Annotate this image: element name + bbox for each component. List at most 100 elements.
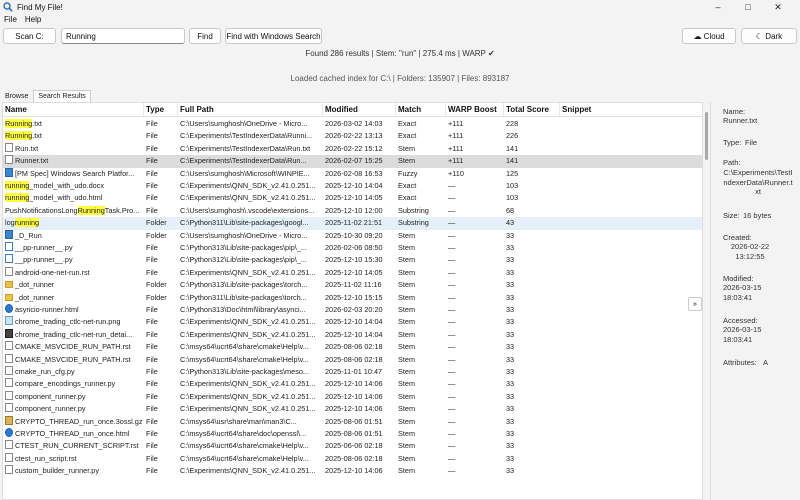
table-row[interactable]: cmake_run_cfg.py File C:\Python313\Lib\sit… (3, 366, 702, 378)
scan-drive-button[interactable]: Scan C: (3, 28, 56, 44)
name-text: android-one-net-run.rst (15, 267, 90, 277)
cell-name: CTEST_RUN_CURRENT_SCRIPT.rst (3, 440, 144, 452)
cell-score: 33 (506, 342, 515, 352)
table-row[interactable]: CMAKE_MSVCIDE_RUN_PATH.rst File C:\msys64\… (3, 353, 702, 366)
cell-match: Substring (398, 205, 429, 215)
table-row[interactable]: running_model_with_udo.docx File C:\Experi… (3, 180, 702, 192)
maximize-button[interactable]: □ (734, 0, 762, 14)
cell-snippet (560, 378, 702, 390)
cell-match: Stem (398, 317, 416, 327)
table-row[interactable]: custom_builder_runner.py File C:\Experimen… (3, 465, 702, 477)
table-row[interactable]: component_runner.py File C:\Experiments\QN… (3, 403, 702, 415)
table-row[interactable]: Runner.txt File C:\Experiments\TestIndexer… (3, 155, 702, 168)
cell-match: Exact (398, 131, 417, 141)
minimize-button[interactable]: – (704, 0, 732, 14)
close-button[interactable]: ✕ (764, 0, 792, 14)
name-highlight: running (5, 181, 30, 190)
name-text: log (5, 218, 15, 228)
cell-path: C:\Experiments\QNN_SDK_v2.41.0.251... (180, 391, 316, 401)
cell-match: Stem (398, 255, 416, 265)
details-panel: Name: Runner.txt Type: File Path: C:\Exp… (710, 102, 800, 500)
table-row[interactable]: chrome_trading_ctlc-net-run_detai... File… (3, 328, 702, 341)
cell-score: 33 (506, 255, 515, 265)
cell-name: running_model_with_udo.html (3, 192, 144, 204)
table-row[interactable]: _D_Run Folder C:\Users\sumghosh\OneDrive -… (3, 229, 702, 242)
file-icon (5, 167, 13, 177)
name-text: custom_builder_runner.py (15, 466, 99, 476)
menu-file[interactable]: File (4, 15, 17, 24)
table-row[interactable]: __pp-runner__.py File C:\Python312\Lib\sit… (3, 254, 702, 266)
name-highlight: Running (5, 131, 33, 141)
table-row[interactable]: __pp-runner__.py File C:\Python313\Lib\sit… (3, 242, 702, 254)
cell-path: C:\msys64\ucrt64\share\cmake\Help\v... (180, 453, 309, 463)
name-text: asyncio-runner.html (15, 305, 79, 314)
column-header-type[interactable]: Type (144, 103, 178, 117)
table-row[interactable]: ctest_run_script.rst File C:\msys64\ucrt64… (3, 452, 702, 465)
cell-boost: — (448, 429, 456, 438)
table-row[interactable]: Run.txt File C:\Experiments\TestIndexerDat… (3, 142, 702, 155)
table-row[interactable]: CRYPTO_THREAD_run_once.html File C:\msys64… (3, 428, 702, 440)
file-icon (5, 440, 13, 450)
cell-score: 33 (506, 367, 515, 376)
table-row[interactable]: logrunning Folder C:\Python311\Lib\site-pa… (3, 217, 702, 230)
column-header-snippet[interactable]: Snippet (560, 103, 702, 117)
table-row[interactable]: CRYPTO_THREAD_run_once.3ossl.gz File C:\ms… (3, 415, 702, 428)
title-bar: Find My File! (0, 0, 800, 14)
column-header-full-path[interactable]: Full Path (178, 103, 323, 117)
scrollbar-thumb[interactable] (705, 112, 708, 160)
table-row[interactable]: compare_encodings_runner.py File C:\Experi… (3, 378, 702, 390)
toggle-details-button[interactable]: » (688, 297, 702, 311)
table-row[interactable]: android-one-net-run.rst File C:\Experiment… (3, 266, 702, 279)
cell-modified: 2025-12-10 12:00 (325, 205, 383, 215)
table-row[interactable]: Running.txt File C:\Users\sumghosh\OneDriv… (3, 118, 702, 130)
cloud-button[interactable]: ☁ Cloud (682, 28, 736, 44)
cell-path: C:\msys64\usr\share\man\man3\C... (180, 416, 297, 426)
cell-snippet (560, 341, 702, 353)
detail-name-value: Runner.txt (723, 116, 758, 125)
table-row[interactable]: _dot_runner Folder C:\Python313\Lib\site-p… (3, 279, 702, 291)
name-text: _D_Run (15, 230, 42, 240)
name-text: _dot_runner (15, 292, 55, 302)
table-row[interactable]: CTEST_RUN_CURRENT_SCRIPT.rst File C:\msys6… (3, 440, 702, 452)
table-row[interactable]: Running.txt File C:\Experiments\TestIndexe… (3, 130, 702, 142)
table-row[interactable]: chrome_trading_ctlc-net-run.png File C:\Ex… (3, 316, 702, 328)
cell-snippet (560, 130, 702, 142)
dark-mode-button[interactable]: ☾ Dark (741, 28, 797, 44)
table-row[interactable]: asyncio-runner.html File C:\Python313\Doc\… (3, 304, 702, 316)
cell-boost: — (448, 181, 456, 190)
table-row[interactable]: running_model_with_udo.html File C:\Experi… (3, 192, 702, 204)
cell-type: File (146, 404, 158, 414)
cell-modified: 2026-02-06 08:50 (325, 243, 383, 252)
column-header-name[interactable]: Name (3, 103, 144, 117)
detail-size-value: 16 bytes (743, 211, 772, 220)
cell-name: _dot_runner (3, 292, 144, 304)
column-header-modified[interactable]: Modified (323, 103, 396, 117)
cell-path: C:\Experiments\QNN_SDK_v2.41.0.251... (180, 379, 316, 389)
table-row[interactable]: CMAKE_MSVCIDE_RUN_PATH.rst File C:\msys64\… (3, 341, 702, 353)
cell-path: C:\Experiments\QNN_SDK_v2.41.0.251... (180, 193, 316, 203)
cell-match: Stem (398, 416, 416, 426)
cell-snippet (560, 292, 702, 304)
column-header-total-score[interactable]: Total Score (504, 103, 560, 117)
find-button[interactable]: Find (189, 28, 221, 44)
column-header-warp-boost[interactable]: WARP Boost (446, 103, 504, 117)
cell-path: C:\Python311\Lib\site-packages\torch... (180, 292, 307, 302)
table-row[interactable]: PushNotificationsLongRunningTask.Pro... F… (3, 205, 702, 217)
tab-browse[interactable]: Browse (0, 90, 33, 102)
cell-path: C:\Experiments\QNN_SDK_v2.41.0.251... (180, 329, 316, 339)
cell-score: 33 (506, 280, 515, 290)
file-icon (5, 465, 13, 475)
cell-snippet (560, 403, 702, 415)
name-text: PushNotificationsLong (5, 205, 78, 215)
column-header-match[interactable]: Match (396, 103, 446, 117)
table-row[interactable]: [PM Spec] Windows Search Platfor... File C… (3, 167, 702, 180)
cell-modified: 2026-02-22 15:12 (325, 143, 383, 153)
menu-help[interactable]: Help (25, 15, 41, 24)
find-windows-search-button[interactable]: Find with Windows Search (225, 28, 322, 44)
cell-boost: — (448, 329, 456, 339)
search-input[interactable]: Running (61, 28, 185, 44)
tab-search-results[interactable]: Search Results (33, 90, 91, 102)
table-row[interactable]: component_runner.py File C:\Experiments\QN… (3, 390, 702, 403)
table-row[interactable]: _dot_runner Folder C:\Python311\Lib\site-p… (3, 292, 702, 304)
name-text: CTEST_RUN_CURRENT_SCRIPT.rst (15, 441, 139, 451)
